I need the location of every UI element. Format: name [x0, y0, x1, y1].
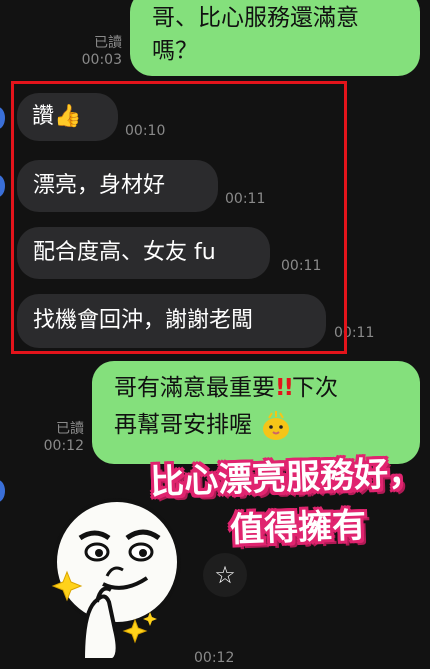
- message-meta: 已讀 00:03: [70, 35, 122, 69]
- message-text-line: 嗎？: [152, 38, 198, 64]
- sender-avatar[interactable]: [0, 480, 5, 502]
- star-icon: ☆: [214, 561, 236, 589]
- smirk-face-sticker: [51, 498, 181, 660]
- outgoing-message-bubble[interactable]: 哥、比心服務還滿意 嗎？: [130, 0, 420, 76]
- message-text: 哥有滿意最重要: [114, 375, 275, 401]
- message-time: 00:03: [81, 52, 122, 68]
- chick-sticker-icon: [263, 410, 290, 440]
- read-receipt: 已讀: [56, 421, 84, 437]
- message-text-line: 哥、比心服務還滿意: [152, 5, 359, 31]
- message-time: 00:12: [43, 438, 84, 454]
- message-text: 下次: [291, 375, 338, 401]
- message-time: 00:12: [194, 650, 235, 666]
- double-exclamation-icon: !!: [275, 375, 294, 401]
- message-text: 再幫哥安排喔: [114, 412, 252, 438]
- read-receipt: 已讀: [94, 35, 122, 51]
- highlight-box: [11, 81, 347, 354]
- favorite-star-button[interactable]: ☆: [203, 553, 247, 597]
- message-text-line: 再幫哥安排喔: [114, 409, 420, 442]
- overlay-caption-line: 值得擁有: [229, 505, 367, 551]
- message-meta: 已讀 00:12: [32, 421, 84, 455]
- sender-avatar[interactable]: [0, 175, 5, 197]
- message-text-line: 哥有滿意最重要!!下次: [114, 372, 420, 405]
- sender-avatar[interactable]: [0, 107, 5, 129]
